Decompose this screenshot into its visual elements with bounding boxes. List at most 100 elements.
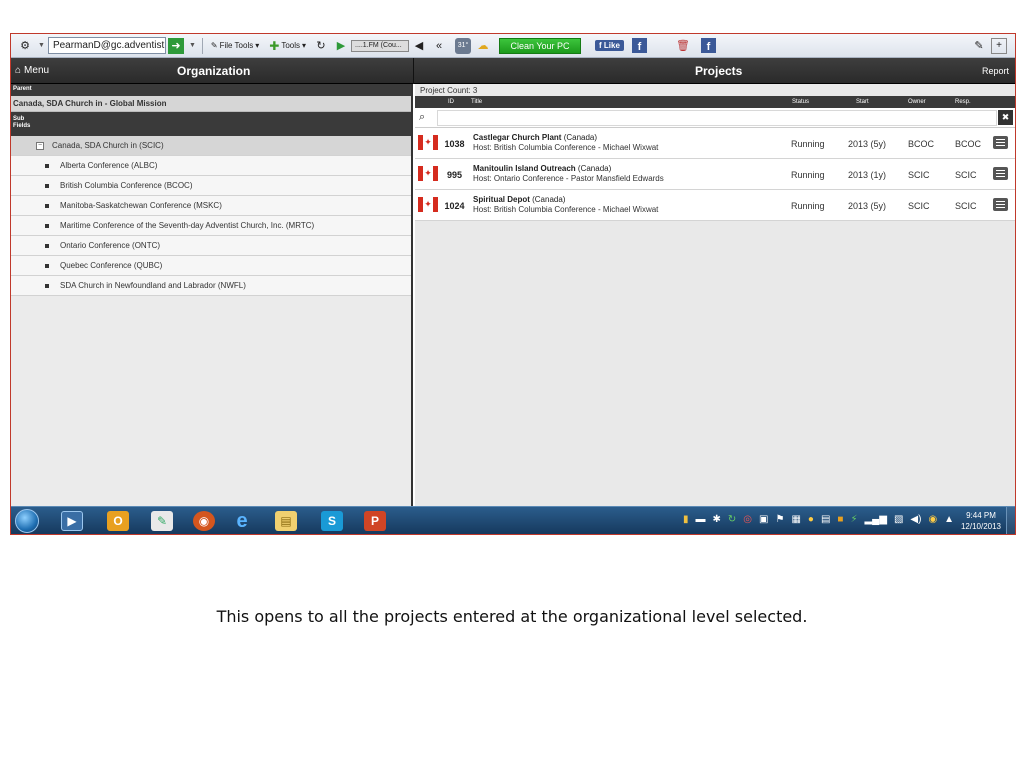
network-icon[interactable]: ▬ <box>696 514 706 525</box>
powerpoint-icon[interactable]: P <box>364 511 386 531</box>
wrench-icon[interactable]: ✎ <box>971 38 987 54</box>
radio-station-field[interactable]: ....1.FM (Cou... <box>351 39 410 52</box>
tree-item[interactable]: British Columbia Conference (BCOC) <box>11 176 411 196</box>
chevron-down-icon[interactable]: ▼ <box>189 42 196 49</box>
toolbar-divider <box>201 37 203 54</box>
wifi-icon[interactable]: ▧ <box>894 514 903 525</box>
row-menu-icon[interactable] <box>993 136 1008 149</box>
refresh-icon[interactable]: ↻ <box>313 38 329 54</box>
signal-icon[interactable]: ▂▄▆ <box>864 514 886 525</box>
tree-item[interactable]: Ontario Conference (ONTC) <box>11 236 411 256</box>
media-player-icon[interactable]: ▶ <box>61 511 83 531</box>
add-icon[interactable]: + <box>991 37 1007 54</box>
facebook-like-button[interactable]: f Like <box>595 40 624 51</box>
column-title[interactable]: Title <box>471 99 482 105</box>
shield-icon[interactable]: ▮ <box>683 514 689 525</box>
file-tools-button[interactable]: ✎ File Tools ▾ <box>206 41 264 50</box>
project-name: Manitoulin Island Outreach <box>473 164 576 173</box>
facebook-icon[interactable]: f <box>631 38 647 53</box>
close-icon: ✖ <box>1001 112 1010 122</box>
account-field[interactable]: PearmanD@gc.adventist <box>47 37 166 54</box>
tree-item[interactable]: Maritime Conference of the Seventh-day A… <box>11 216 411 236</box>
project-name: Castlegar Church Plant <box>473 133 562 142</box>
project-host: Host: British Columbia Conference - Mich… <box>473 205 659 214</box>
tree-root-label: Canada, SDA Church in (SCIC) <box>52 141 164 150</box>
tree-item[interactable]: Alberta Conference (ALBC) <box>11 156 411 176</box>
gear-icon[interactable]: ⚙ <box>17 38 33 54</box>
canada-flag-icon: ✦ <box>418 166 438 181</box>
tree-item-label: Quebec Conference (QUBC) <box>60 261 163 270</box>
menu-button[interactable]: ⌂ Menu <box>15 65 49 76</box>
file-explorer-icon[interactable]: ▤ <box>275 511 297 531</box>
search-input[interactable] <box>437 110 997 126</box>
column-status[interactable]: Status <box>792 99 809 105</box>
home-icon: ⌂ <box>15 65 22 76</box>
tray-app-icon[interactable]: ● <box>808 514 814 525</box>
row-menu-icon[interactable] <box>993 167 1008 180</box>
start-button[interactable] <box>15 509 39 533</box>
project-owner: BCOC <box>908 139 935 149</box>
column-id[interactable]: ID <box>448 99 454 105</box>
project-row[interactable]: ✦ 1038 Castlegar Church Plant (Canada) H… <box>415 128 1015 159</box>
login-arrow-icon[interactable]: ➜ <box>167 37 184 54</box>
bullet-icon <box>45 183 49 188</box>
bluetooth-icon[interactable]: ✱ <box>713 514 721 525</box>
row-menu-icon[interactable] <box>993 198 1008 211</box>
play-icon[interactable]: ▶ <box>333 38 349 54</box>
collapse-icon[interactable]: − <box>36 141 44 150</box>
project-resp: BCOC <box>955 139 982 149</box>
project-row[interactable]: ✦ 1024 Spiritual Depot (Canada) Host: Br… <box>415 190 1015 221</box>
tree-item[interactable]: SDA Church in Newfoundland and Labrador … <box>11 276 411 296</box>
skype-icon[interactable]: S <box>321 511 343 531</box>
tree-item[interactable]: Manitoba-Saskatchewan Conference (MSKC) <box>11 196 411 216</box>
notes-icon[interactable]: ✎ <box>151 511 173 531</box>
internet-explorer-icon[interactable]: e <box>231 510 253 532</box>
project-resp: SCIC <box>955 170 977 180</box>
bullet-icon <box>45 223 49 228</box>
update-icon[interactable]: ◉ <box>928 514 937 525</box>
projects-panel: Project Count: 3 ID Title Status Start O… <box>415 84 1015 506</box>
column-resp[interactable]: Resp. <box>955 99 971 105</box>
tree-item[interactable]: Quebec Conference (QUBC) <box>11 256 411 276</box>
project-title[interactable]: Manitoulin Island Outreach (Canada) <box>473 164 611 173</box>
tree-root-item[interactable]: − Canada, SDA Church in (SCIC) <box>11 136 411 156</box>
power-icon[interactable]: ⚡ <box>850 514 857 525</box>
search-icon[interactable]: ⌕ <box>419 111 425 124</box>
report-link[interactable]: Report <box>982 66 1009 76</box>
chevron-down-icon[interactable]: ▼ <box>38 42 45 49</box>
clear-search-button[interactable]: ✖ <box>998 110 1013 125</box>
parent-organization[interactable]: Canada, SDA Church in - Global Mission <box>11 96 411 112</box>
project-owner: SCIC <box>908 201 930 211</box>
project-title[interactable]: Castlegar Church Plant (Canada) <box>473 133 597 142</box>
display-icon[interactable]: ▣ <box>759 514 768 525</box>
trash-icon[interactable]: 🗑 <box>675 38 691 54</box>
antivirus-icon[interactable]: ◎ <box>743 514 752 525</box>
system-clock[interactable]: 9:44 PM 12/10/2013 <box>961 510 1001 532</box>
monitor-icon[interactable]: ▦ <box>791 514 800 525</box>
clock-date: 12/10/2013 <box>960 522 1001 531</box>
show-desktop-button[interactable] <box>1006 507 1015 534</box>
facebook-notifications-icon[interactable]: f <box>700 38 716 53</box>
volume-icon[interactable]: ◀ <box>411 38 427 54</box>
flag-icon[interactable]: ⚑ <box>775 514 784 525</box>
weather-icon[interactable]: 31° <box>455 37 472 54</box>
keyboard-icon[interactable]: ▤ <box>821 514 830 525</box>
organization-title: Organization <box>177 64 251 78</box>
outlook-icon[interactable]: O <box>107 511 129 531</box>
column-owner[interactable]: Owner <box>908 99 926 105</box>
cloud-icon[interactable]: ☁ <box>475 38 491 54</box>
project-count: Project Count: 3 <box>420 86 478 95</box>
tools-button[interactable]: ✚ Tools ▾ <box>264 39 311 53</box>
clean-your-pc-button[interactable]: Clean Your PC <box>499 37 582 54</box>
project-id: 1024 <box>444 201 465 211</box>
outlook-tray-icon[interactable]: ■ <box>837 514 843 525</box>
project-title[interactable]: Spiritual Depot (Canada) <box>473 195 565 204</box>
column-start[interactable]: Start <box>856 99 869 105</box>
firefox-icon[interactable]: ◉ <box>193 511 215 531</box>
project-row[interactable]: ✦ 995 Manitoulin Island Outreach (Canada… <box>415 159 1015 190</box>
speaker-icon[interactable]: ◀) <box>910 514 921 525</box>
rewind-icon[interactable]: « <box>431 38 447 54</box>
notification-icon[interactable]: ▲ <box>944 514 954 525</box>
sync-icon[interactable]: ↻ <box>728 514 736 525</box>
canada-flag-icon: ✦ <box>418 135 438 150</box>
